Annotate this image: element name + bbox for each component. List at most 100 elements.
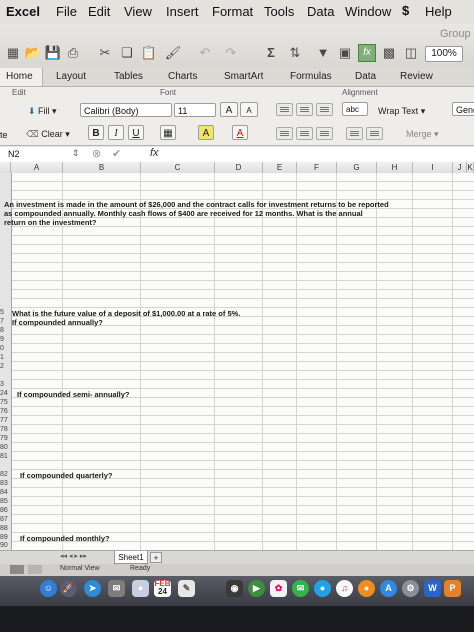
paste-icon[interactable]: 📋 [140, 44, 158, 62]
cancel-entry-icon[interactable]: ⊗ [92, 147, 101, 160]
fill-button[interactable]: ⬇ Fill ▾ [28, 104, 57, 119]
column-header-i[interactable]: I [413, 162, 453, 173]
text-orientation-button[interactable]: abc [342, 102, 368, 116]
column-header-g[interactable]: G [337, 162, 377, 173]
mail-icon[interactable]: ✉ [108, 580, 125, 597]
row-header[interactable]: 9 [0, 336, 11, 343]
dollar-status-icon[interactable]: $ [402, 3, 409, 18]
fill-color-button[interactable]: A [198, 125, 214, 140]
row-header[interactable]: 85 [0, 498, 11, 505]
copy-icon[interactable]: ❏ [118, 44, 136, 62]
menu-data[interactable]: Data [307, 4, 334, 19]
name-box-stepper-icon[interactable]: ⇕ [72, 148, 80, 159]
column-header-h[interactable]: H [377, 162, 413, 173]
row-header[interactable]: 83 [0, 480, 11, 487]
sheet-tab-sheet1[interactable]: Sheet1 [114, 551, 148, 564]
borders-icon[interactable]: ▦ [160, 125, 176, 140]
confirm-entry-icon[interactable]: ✔ [112, 147, 121, 160]
column-header-j[interactable]: J [453, 162, 467, 173]
row-header[interactable]: 86 [0, 507, 11, 514]
underline-button[interactable]: U [128, 125, 144, 140]
menu-file[interactable]: File [56, 4, 77, 19]
save-icon[interactable]: 💾 [44, 44, 62, 62]
column-header-d[interactable]: D [215, 162, 263, 173]
autosum-icon[interactable]: Σ [262, 44, 280, 62]
media-browser-icon[interactable]: ◫ [402, 44, 420, 62]
normal-view-icon[interactable] [10, 565, 24, 574]
column-header-a[interactable]: A [11, 162, 63, 173]
row-header[interactable]: 75 [0, 399, 11, 406]
menu-app-excel[interactable]: Excel [6, 4, 40, 19]
row-header[interactable]: 8 [0, 327, 11, 334]
menu-insert[interactable]: Insert [166, 4, 199, 19]
menu-format[interactable]: Format [212, 4, 253, 19]
row-header[interactable]: 3 [0, 381, 11, 388]
row-header[interactable]: 76 [0, 408, 11, 415]
maps-icon[interactable]: ● [314, 580, 331, 597]
open-icon[interactable]: 📂 [24, 44, 42, 62]
worksheet-grid[interactable]: 5 7 8 9 0 1 2 3 24 75 76 77 78 79 80 81 … [0, 173, 474, 550]
sort-icon[interactable]: ⇅ [286, 44, 304, 62]
italic-button[interactable]: I [108, 125, 124, 140]
row-header[interactable]: 89 [0, 534, 11, 541]
undo-icon[interactable]: ↶ [196, 44, 214, 62]
ibooks-icon[interactable]: ● [358, 580, 375, 597]
row-header[interactable]: 77 [0, 417, 11, 424]
merge-button[interactable]: Merge ▾ [406, 127, 439, 142]
powerpoint-icon[interactable]: P [444, 580, 461, 597]
finder-icon[interactable]: ☺ [40, 580, 57, 597]
formula-input[interactable] [170, 148, 470, 160]
tab-tables[interactable]: Tables [114, 71, 143, 82]
row-header[interactable]: 90 [0, 542, 11, 549]
calendar-icon[interactable]: FEB 24 [154, 580, 171, 597]
align-top-icon[interactable] [276, 103, 293, 116]
tab-charts[interactable]: Charts [168, 71, 197, 82]
itunes-icon[interactable]: ♫ [336, 580, 353, 597]
photo-booth-icon[interactable]: ◉ [226, 580, 243, 597]
row-header[interactable]: 87 [0, 516, 11, 523]
tab-formulas[interactable]: Formulas [290, 71, 332, 82]
shrink-font-button[interactable]: A [240, 102, 258, 117]
tab-layout[interactable]: Layout [56, 71, 86, 82]
align-middle-icon[interactable] [296, 103, 313, 116]
column-header-e[interactable]: E [263, 162, 297, 173]
menu-edit[interactable]: Edit [88, 4, 110, 19]
increase-indent-icon[interactable] [366, 127, 383, 140]
menu-view[interactable]: View [124, 4, 152, 19]
tab-smartart[interactable]: SmartArt [224, 71, 263, 82]
row-header[interactable]: 79 [0, 435, 11, 442]
print-icon[interactable]: ⎙ [64, 44, 82, 62]
row-header[interactable]: 2 [0, 363, 11, 370]
name-box[interactable]: N2 [8, 148, 78, 160]
menu-help[interactable]: Help [425, 4, 452, 19]
format-painter-icon[interactable]: 🖌 [164, 44, 182, 62]
page-layout-view-icon[interactable] [28, 565, 42, 574]
font-color-button[interactable]: A [232, 125, 248, 140]
decrease-indent-icon[interactable] [346, 127, 363, 140]
row-header[interactable]: 1 [0, 354, 11, 361]
gallery-icon[interactable]: ▣ [336, 44, 354, 62]
toolbox-icon[interactable]: ▩ [380, 44, 398, 62]
row-header[interactable]: 78 [0, 426, 11, 433]
bold-button[interactable]: B [88, 125, 104, 140]
formula-builder-button[interactable]: fx [358, 44, 376, 62]
font-name-select[interactable]: Calibri (Body) [80, 103, 172, 117]
grow-font-button[interactable]: A [220, 102, 238, 117]
add-sheet-button[interactable]: + [150, 552, 162, 563]
row-header[interactable]: 7 [0, 318, 11, 325]
wrap-text-button[interactable]: Wrap Text ▾ [378, 104, 425, 119]
clear-button[interactable]: ⌫ Clear ▾ [26, 127, 70, 142]
column-header-b[interactable]: B [63, 162, 141, 173]
zoom-field[interactable]: 100% [425, 46, 463, 62]
tab-home[interactable]: Home [6, 71, 33, 82]
safari-icon[interactable]: ➤ [84, 580, 101, 597]
font-size-select[interactable]: 11 [174, 103, 216, 117]
column-header-f[interactable]: F [297, 162, 337, 173]
row-header[interactable]: 82 [0, 471, 11, 478]
row-header[interactable]: 84 [0, 489, 11, 496]
messages-icon[interactable]: ✉ [292, 580, 309, 597]
insert-function-button[interactable]: fx [150, 147, 159, 159]
align-left-icon[interactable] [276, 127, 293, 140]
align-bottom-icon[interactable] [316, 103, 333, 116]
row-header[interactable]: 24 [0, 390, 11, 397]
